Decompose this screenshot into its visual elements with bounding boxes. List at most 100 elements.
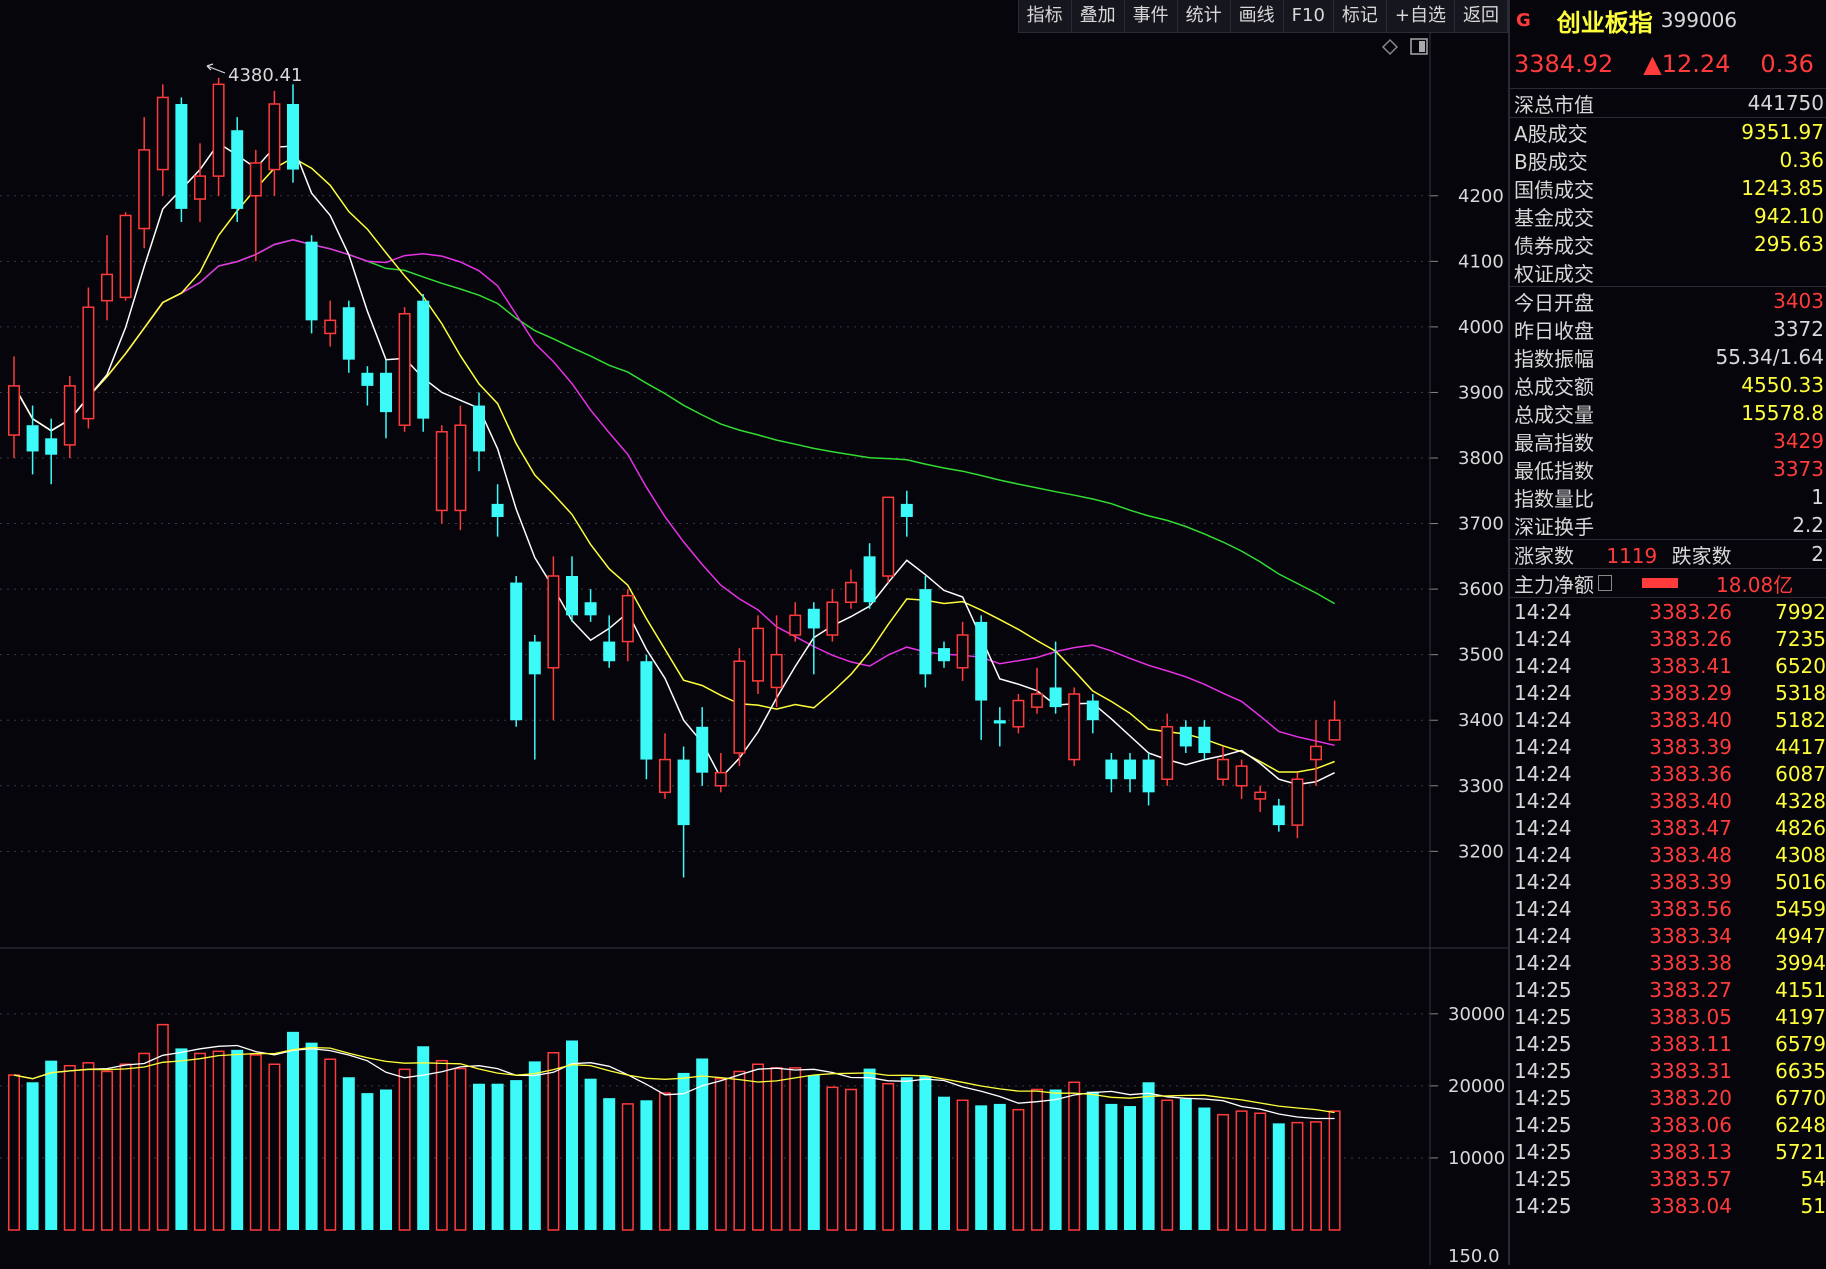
ma20-line bbox=[13, 239, 1335, 747]
toolbar-button[interactable]: 返回 bbox=[1455, 0, 1508, 32]
toolbar-button[interactable]: 叠加 bbox=[1072, 0, 1125, 32]
kline-chart-area[interactable]: 4200 4100 4000 3900 3800 3700 3600 3500 3400 3300… bbox=[0, 0, 1508, 1267]
candle-body bbox=[640, 661, 653, 760]
toolbar-button[interactable]: 指标 bbox=[1019, 0, 1072, 32]
volume-bar bbox=[287, 1031, 299, 1230]
candle-body bbox=[770, 653, 783, 689]
toolbar-button[interactable]: 事件 bbox=[1125, 0, 1178, 32]
volume-bar bbox=[1049, 1089, 1062, 1230]
turnover-row: 债券成交 295.63 bbox=[1510, 230, 1826, 258]
stat-label: 昨日收盘 bbox=[1514, 318, 1594, 343]
tick-row: 14:24 3383.39 5016 bbox=[1510, 868, 1826, 895]
tick-row: 14:24 3383.34 4947 bbox=[1510, 922, 1826, 949]
tick-volume: 4947 bbox=[1775, 923, 1826, 948]
diamond-icon[interactable] bbox=[1381, 38, 1399, 56]
volume-bar bbox=[1291, 1121, 1304, 1231]
stat-value: 4550.33 bbox=[1741, 373, 1824, 397]
price-change-percent: 0.36 bbox=[1760, 50, 1814, 78]
volume-bar bbox=[1105, 1103, 1118, 1230]
candle-body bbox=[1068, 693, 1081, 761]
tick-volume: 54 bbox=[1800, 1166, 1826, 1191]
tick-row: 14:25 3383.20 6770 bbox=[1510, 1084, 1826, 1111]
candle-body bbox=[1198, 726, 1211, 753]
tick-time: 14:24 bbox=[1514, 761, 1572, 786]
volume-bar bbox=[26, 1082, 39, 1230]
tick-time: 14:24 bbox=[1514, 923, 1572, 948]
volume-bar bbox=[752, 1063, 764, 1231]
stat-value: 3429 bbox=[1773, 429, 1824, 453]
candle-body bbox=[603, 641, 616, 662]
turnover-row: A股成交 9351.97 bbox=[1510, 118, 1826, 146]
toolbar-button[interactable]: 统计 bbox=[1178, 0, 1231, 32]
tick-price: 3383.13 bbox=[1649, 1139, 1732, 1164]
tick-volume: 7235 bbox=[1775, 626, 1826, 651]
candle-body bbox=[528, 641, 541, 675]
tick-price: 3383.31 bbox=[1649, 1058, 1732, 1083]
volume-bar bbox=[1142, 1082, 1155, 1230]
candle-body bbox=[473, 405, 485, 452]
tick-volume: 5016 bbox=[1775, 869, 1826, 894]
volume-bar bbox=[640, 1100, 653, 1230]
notes-icon[interactable] bbox=[1598, 575, 1612, 591]
volume-bar bbox=[993, 1103, 1006, 1230]
candle-body bbox=[677, 759, 690, 826]
high-annotation: 4380.41 bbox=[206, 63, 302, 86]
ma5-line bbox=[13, 142, 1335, 786]
candle-body bbox=[1272, 805, 1285, 826]
high-annotation-label: 4380.41 bbox=[228, 65, 302, 86]
stat-value: 1 bbox=[1811, 485, 1824, 509]
tick-volume: 4328 bbox=[1775, 788, 1826, 813]
stat-label: 深证换手 bbox=[1514, 514, 1594, 539]
price-tick-label: 4100 bbox=[1458, 251, 1504, 272]
tick-time: 14:24 bbox=[1514, 653, 1572, 678]
turnover-label: 国债成交 bbox=[1514, 177, 1594, 202]
toolbar-button[interactable]: 画线 bbox=[1231, 0, 1284, 32]
candle-body bbox=[807, 608, 820, 629]
toolbar-button[interactable]: +自选 bbox=[1387, 0, 1455, 32]
candle-body bbox=[268, 103, 281, 171]
main-flow-label: 主力净额 bbox=[1514, 572, 1594, 597]
tick-volume: 5182 bbox=[1775, 707, 1826, 732]
tick-volume: 4197 bbox=[1775, 1004, 1826, 1029]
candle-body bbox=[417, 300, 430, 419]
volume-bar bbox=[714, 1077, 727, 1231]
toolbar-button[interactable]: 标记 bbox=[1334, 0, 1387, 32]
tick-volume: 4417 bbox=[1775, 734, 1826, 759]
tick-row: 14:24 3383.40 4328 bbox=[1510, 787, 1826, 814]
index-name[interactable]: 创业板指 bbox=[1557, 3, 1653, 38]
turnover-label: B股成交 bbox=[1514, 149, 1588, 174]
stat-label: 最高指数 bbox=[1514, 430, 1594, 455]
candle-body bbox=[993, 720, 1006, 724]
volume-bar bbox=[138, 1052, 151, 1231]
volume-tick-label: 10000 bbox=[1448, 1148, 1505, 1169]
volume-bar bbox=[510, 1080, 523, 1230]
turnover-row: 国债成交 1243.85 bbox=[1510, 174, 1826, 202]
layout-toggle-icon[interactable] bbox=[1410, 38, 1428, 55]
tick-price: 3383.34 bbox=[1649, 923, 1732, 948]
tick-list[interactable]: 14:24 3383.26 7992 14:24 3383.26 7235 14:24 338… bbox=[1510, 597, 1826, 1219]
volume-bar bbox=[1235, 1110, 1248, 1231]
tick-time: 14:24 bbox=[1514, 680, 1572, 705]
stat-value: 3403 bbox=[1773, 289, 1824, 313]
volume-bar bbox=[1124, 1106, 1136, 1230]
candle-body bbox=[882, 496, 895, 577]
candle-body bbox=[1310, 745, 1322, 761]
kline-chart-svg[interactable]: 4200 4100 4000 3900 3800 3700 3600 3500 3400 3300… bbox=[0, 0, 1508, 1267]
stat-label: 指数量比 bbox=[1514, 486, 1594, 511]
volume-bar bbox=[324, 1058, 337, 1231]
turnover-value: 9351.97 bbox=[1741, 120, 1824, 144]
g-badge: G bbox=[1516, 9, 1531, 31]
volume-bar bbox=[547, 1051, 560, 1231]
candle-body bbox=[956, 634, 969, 669]
volume-bar bbox=[919, 1076, 932, 1230]
toolbar-button[interactable]: F10 bbox=[1284, 0, 1334, 32]
candle-body bbox=[826, 601, 839, 636]
tick-volume: 51 bbox=[1800, 1193, 1826, 1218]
stat-label: 最低指数 bbox=[1514, 458, 1594, 483]
volume-bar bbox=[1328, 1110, 1341, 1231]
stat-row: 昨日收盘 3372 bbox=[1510, 315, 1826, 343]
volume-tick-label: 20000 bbox=[1448, 1076, 1505, 1097]
tick-row: 14:24 3383.41 6520 bbox=[1510, 652, 1826, 679]
stat-row: 最低指数 3373 bbox=[1510, 455, 1826, 483]
tick-volume: 4151 bbox=[1775, 977, 1826, 1002]
